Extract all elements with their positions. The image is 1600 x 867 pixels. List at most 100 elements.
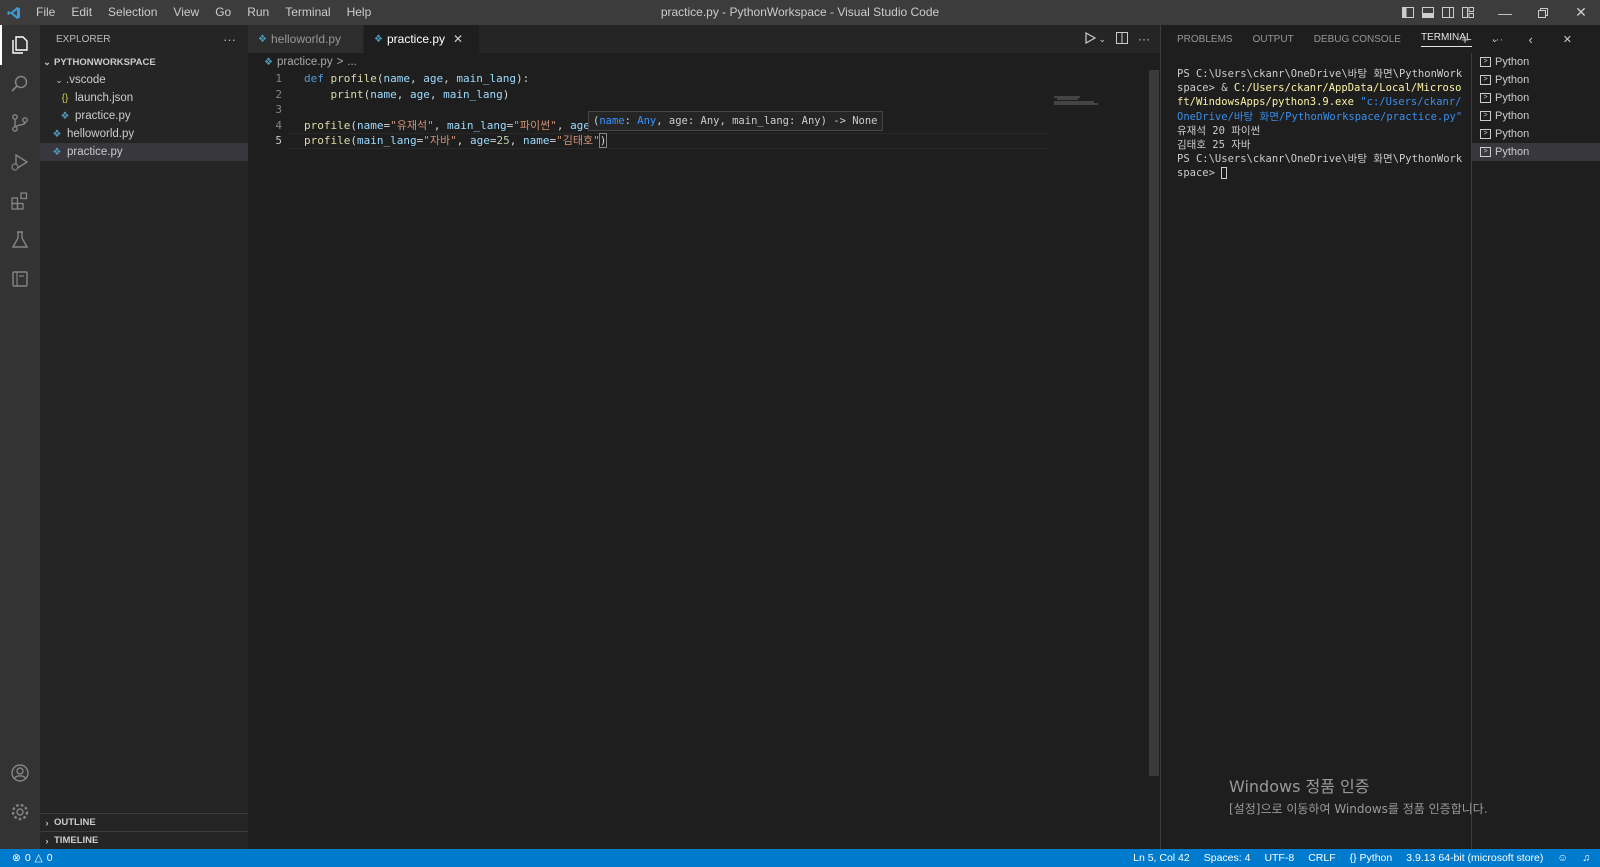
terminal-icon: > — [1480, 129, 1491, 139]
file-launch-json-label: launch.json — [75, 92, 134, 104]
new-terminal-icon[interactable]: + — [1461, 32, 1469, 47]
file-practice-nested[interactable]: ❖ practice.py — [40, 107, 248, 125]
status-bar: ⊗ 0 △ 0 Ln 5, Col 42 Spaces: 4 UTF-8 CRL… — [0, 849, 1600, 867]
editor-area: ❖ helloworld.py ❖ practice.py ✕ ⌄ ··· ❖ … — [248, 25, 1160, 849]
line-number: 2 — [275, 87, 282, 101]
chevron-right-icon: › — [45, 835, 49, 846]
terminal-instance[interactable]: > Python — [1472, 89, 1600, 107]
code-line: 2 print(name, age, main_lang) — [248, 87, 1160, 103]
menu-terminal[interactable]: Terminal — [277, 0, 338, 25]
chevron-down-icon[interactable]: ⌄ — [1491, 34, 1499, 45]
extensions-icon[interactable] — [0, 181, 40, 221]
notifications-bell-icon[interactable]: ♫ — [1582, 852, 1590, 864]
menu-go[interactable]: Go — [207, 0, 239, 25]
breadcrumb-more[interactable]: ... — [347, 56, 357, 68]
chevron-left-icon[interactable]: ‹ — [1528, 32, 1532, 47]
terminal-instance[interactable]: > Python — [1472, 107, 1600, 125]
code-editor[interactable]: 1 def profile(name, age, main_lang): 2 p… — [248, 71, 1160, 149]
menu-help[interactable]: Help — [339, 0, 380, 25]
menu-view[interactable]: View — [165, 0, 207, 25]
folder-vscode-label: .vscode — [66, 74, 106, 86]
remote-explorer-icon[interactable] — [0, 259, 40, 299]
file-helloworld-label: helloworld.py — [67, 128, 135, 140]
more-actions-icon[interactable]: ··· — [1138, 32, 1150, 46]
terminal-instance[interactable]: > Python — [1472, 125, 1600, 143]
tab-practice[interactable]: ❖ practice.py ✕ — [364, 25, 480, 53]
python-file-icon: ❖ — [374, 33, 383, 45]
line-text: print(name, age, main_lang) — [330, 87, 510, 101]
workspace-root[interactable]: ⌄ PYTHONWORKSPACE — [40, 53, 248, 71]
line-number: 1 — [275, 72, 282, 85]
terminal-instance[interactable]: > Python — [1472, 71, 1600, 89]
search-icon[interactable] — [0, 64, 40, 104]
run-debug-icon[interactable] — [0, 142, 40, 182]
terminal-icon: > — [1480, 111, 1491, 121]
warning-count: 0 — [46, 852, 53, 864]
tab-problems[interactable]: PROBLEMS — [1177, 34, 1233, 45]
restore-icon[interactable] — [1524, 0, 1562, 25]
tab-debug-console[interactable]: DEBUG CONSOLE — [1314, 34, 1401, 45]
terminal-instance[interactable]: > Python — [1472, 53, 1600, 71]
accounts-icon[interactable] — [0, 753, 40, 793]
settings-gear-icon[interactable] — [0, 792, 40, 832]
json-file-icon: {} — [61, 92, 69, 104]
toggle-panel-icon[interactable] — [1418, 0, 1438, 25]
minimap[interactable] — [1054, 95, 1146, 105]
toggle-sidebar-icon[interactable] — [1398, 0, 1418, 25]
chevron-down-icon[interactable]: ⌄ — [1098, 34, 1106, 45]
customize-layout-icon[interactable] — [1458, 0, 1478, 25]
terminal-icon: > — [1480, 57, 1491, 67]
feedback-icon[interactable]: ☺ — [1557, 852, 1568, 864]
menu-selection[interactable]: Selection — [100, 0, 165, 25]
end-of-line[interactable]: CRLF — [1308, 852, 1335, 864]
run-file-icon[interactable] — [1084, 31, 1097, 47]
testing-icon[interactable] — [0, 220, 40, 260]
line-number: 5 — [275, 134, 282, 148]
menu-run[interactable]: Run — [239, 0, 277, 25]
breadcrumb-file[interactable]: practice.py — [277, 56, 333, 68]
explorer-more-icon[interactable]: ··· — [223, 32, 236, 47]
chevron-down-icon: ⌄ — [55, 74, 63, 85]
close-tab-icon[interactable]: ✕ — [453, 32, 463, 46]
timeline-section[interactable]: › TIMELINE — [40, 831, 248, 849]
close-panel-icon[interactable]: ✕ — [1563, 33, 1572, 46]
explorer-title: EXPLORER — [56, 33, 111, 45]
terminal-icon: > — [1480, 147, 1491, 157]
split-editor-icon[interactable] — [1116, 31, 1128, 47]
problems-indicator[interactable]: ⊗ 0 △ 0 — [0, 852, 53, 864]
tab-output[interactable]: OUTPUT — [1253, 34, 1294, 45]
menu-edit[interactable]: Edit — [63, 0, 100, 25]
file-launch-json[interactable]: {} launch.json — [40, 89, 248, 107]
outline-section[interactable]: › OUTLINE — [40, 813, 248, 831]
indentation[interactable]: Spaces: 4 — [1204, 852, 1251, 864]
line-text: def profile(name, age, main_lang): — [304, 72, 530, 85]
terminal-line: 김태호 25 자바 — [1177, 139, 1251, 152]
python-interpreter[interactable]: 3.9.13 64-bit (microsoft store) — [1406, 852, 1543, 864]
python-file-icon: ❖ — [258, 33, 267, 45]
cursor-position[interactable]: Ln 5, Col 42 — [1133, 852, 1190, 864]
toggle-secondary-sidebar-icon[interactable] — [1438, 0, 1458, 25]
minimize-icon[interactable]: — — [1486, 0, 1524, 25]
breadcrumb: ❖ practice.py > ... — [248, 53, 1160, 71]
file-helloworld[interactable]: ❖ helloworld.py — [40, 125, 248, 143]
terminal-instance[interactable]: > Python — [1472, 143, 1600, 161]
tab-helloworld[interactable]: ❖ helloworld.py — [248, 25, 364, 53]
terminal-prompt: PS C:\Users\ckanr\OneDrive\바탕 화면\PythonW… — [1177, 153, 1463, 180]
tab-helloworld-label: helloworld.py — [270, 32, 342, 46]
folder-vscode[interactable]: ⌄ .vscode — [40, 71, 248, 89]
file-practice[interactable]: ❖ practice.py — [40, 143, 248, 161]
file-practice-nested-label: practice.py — [75, 110, 131, 122]
windows-activation-watermark: Windows 정품 인증 [설정]으로 이동하여 Windows를 정품 인증… — [1229, 773, 1488, 817]
close-window-icon[interactable]: ✕ — [1562, 0, 1600, 25]
source-control-icon[interactable] — [0, 103, 40, 143]
editor-scrollbar[interactable] — [1149, 70, 1159, 776]
menu-file[interactable]: File — [28, 0, 63, 25]
explorer-icon[interactable] — [0, 25, 40, 65]
line-text: profile(name="유재석", main_lang="파이썬", age — [304, 118, 590, 132]
terminal-icon: > — [1480, 75, 1491, 85]
language-mode[interactable]: {} Python — [1350, 852, 1393, 864]
terminal-output[interactable]: PS C:\Users\ckanr\OneDrive\바탕 화면\PythonW… — [1177, 67, 1467, 181]
terminal-list: > Python > Python > Python > Python > Python … — [1471, 53, 1600, 849]
code-line: 1 def profile(name, age, main_lang): — [248, 71, 1160, 87]
encoding[interactable]: UTF-8 — [1264, 852, 1294, 864]
